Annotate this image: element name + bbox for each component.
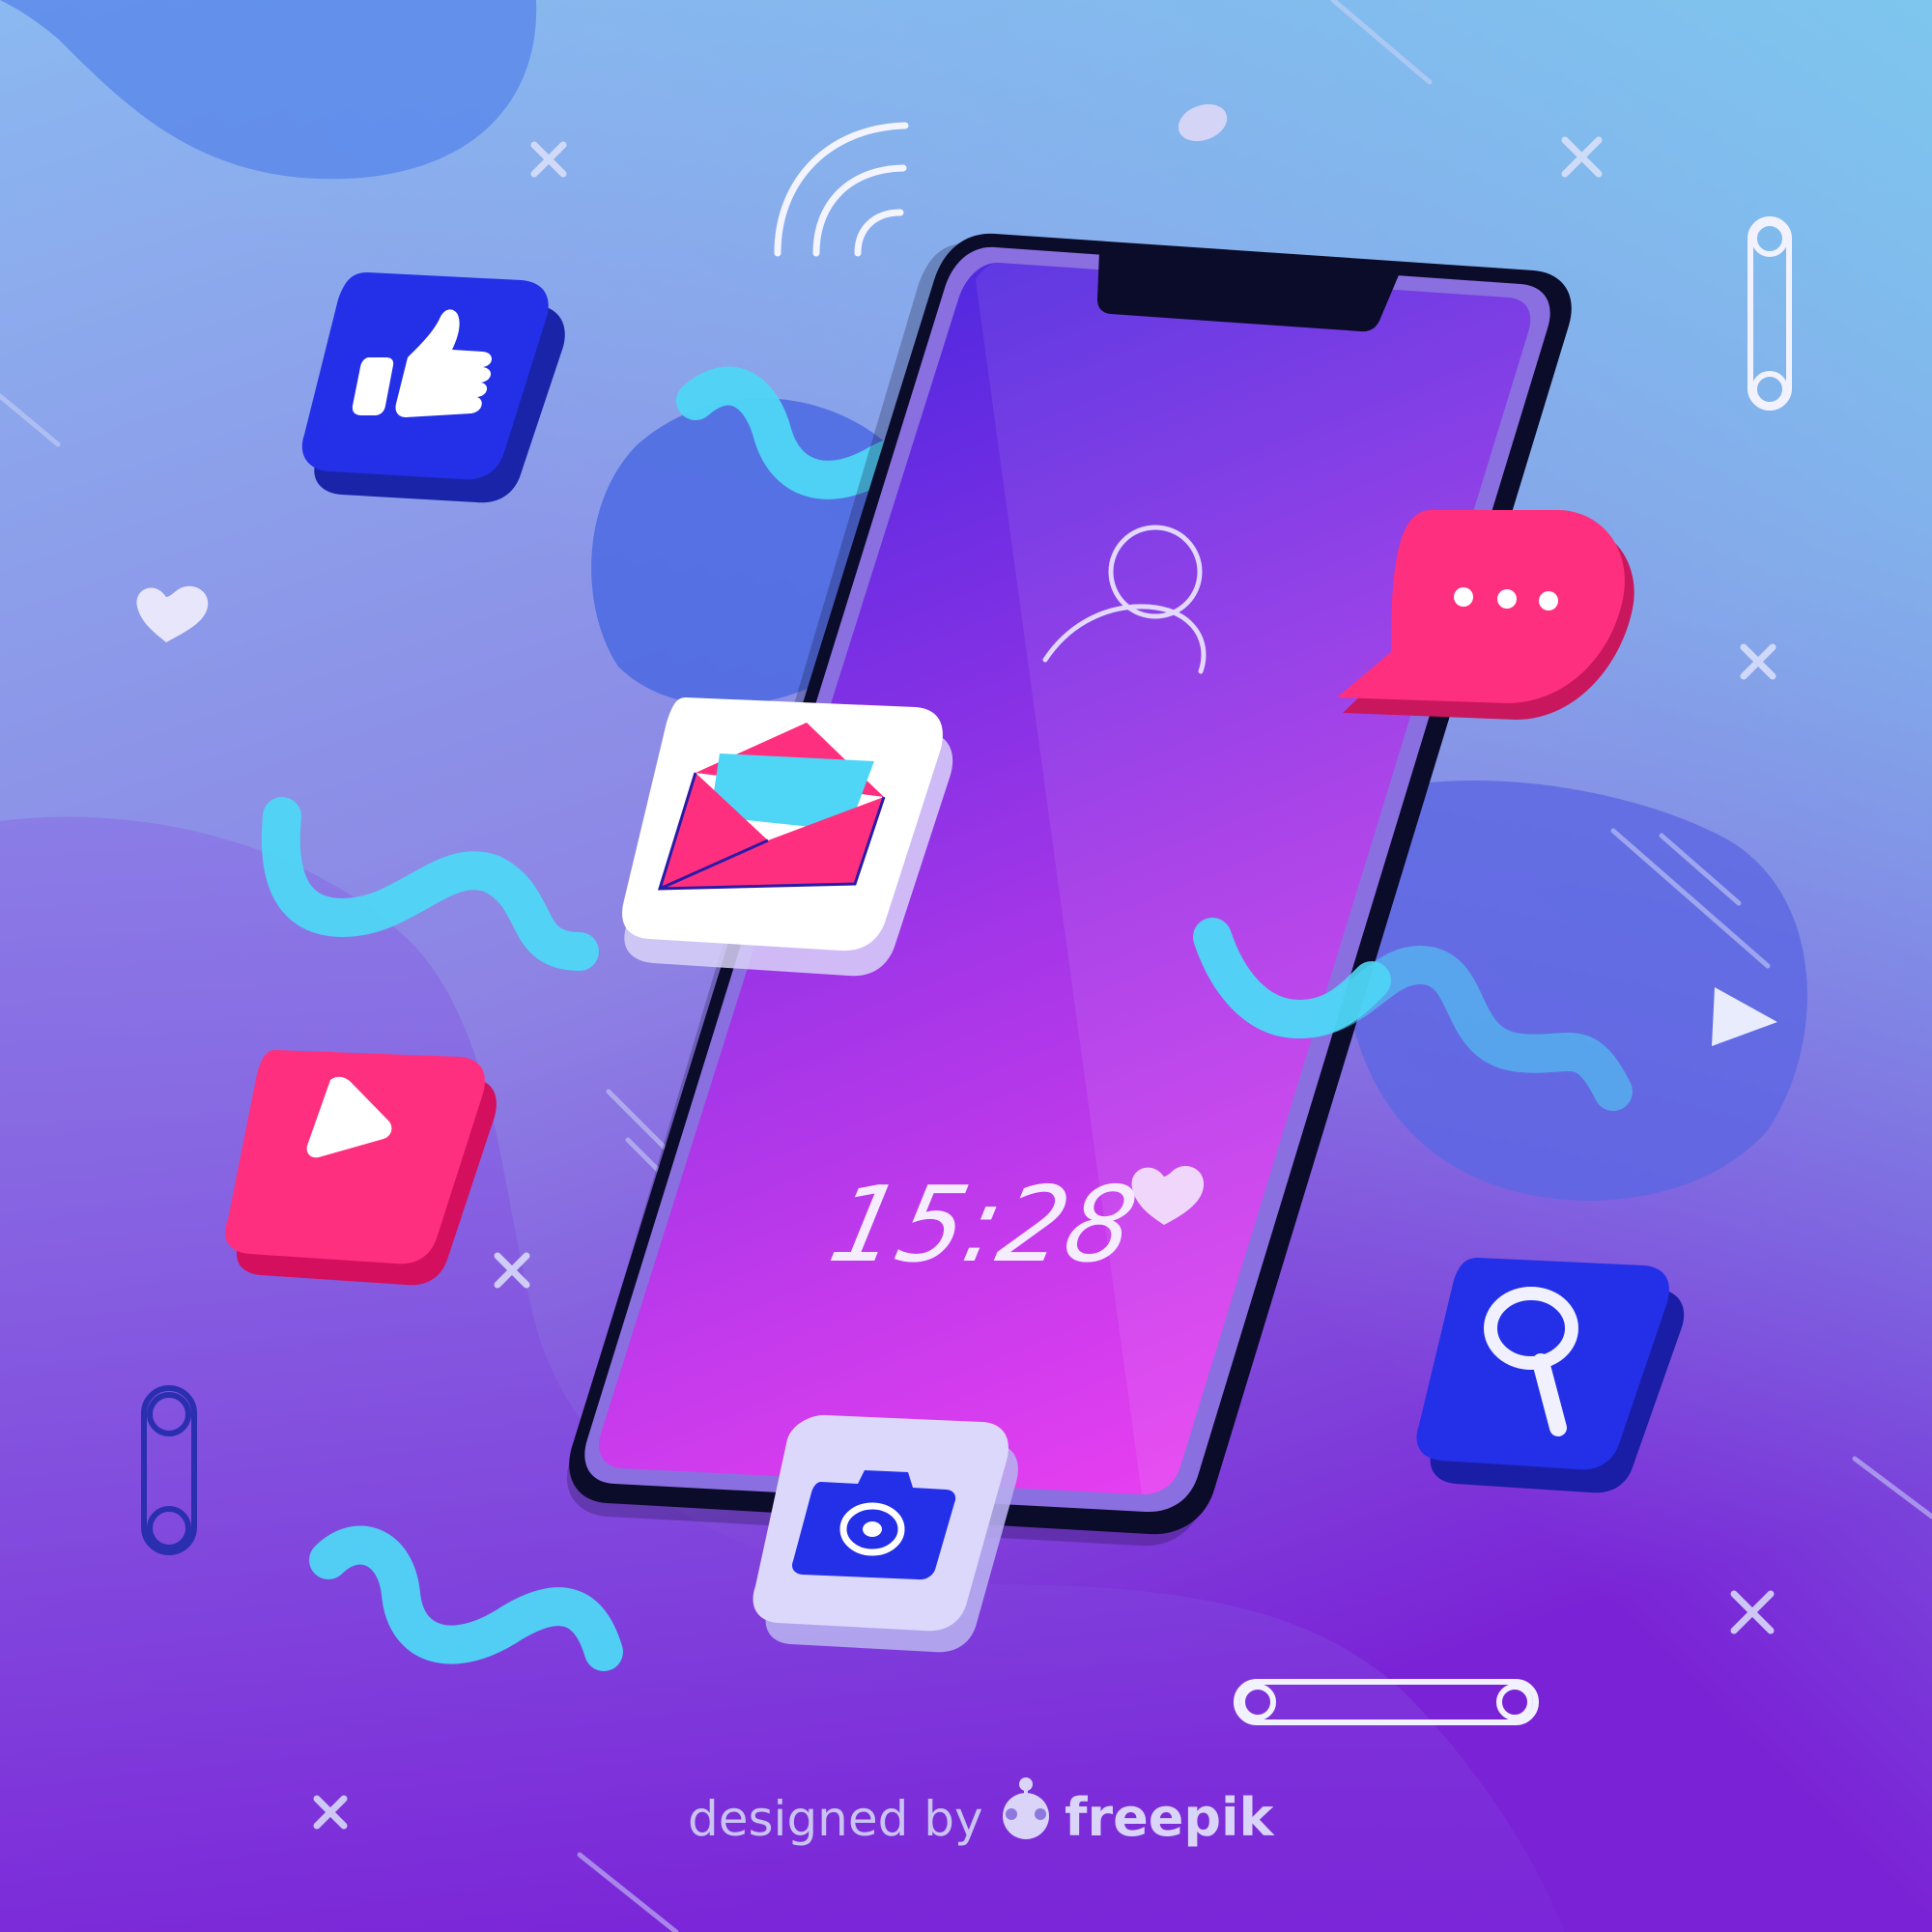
camera-tile[interactable]: [753, 1414, 1018, 1653]
credit-prefix: designed by: [688, 1791, 983, 1847]
clock-time: 15:28: [820, 1164, 1147, 1286]
credit-brand: freepik: [1065, 1787, 1275, 1848]
phone-illustration: 15:28 designed by freepik: [0, 0, 1932, 1932]
